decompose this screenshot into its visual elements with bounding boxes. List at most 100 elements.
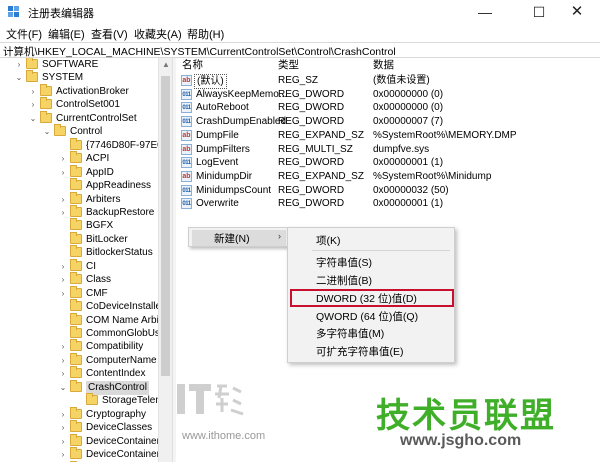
submenu-item-key[interactable]: 项(K)	[316, 233, 341, 248]
tree-item[interactable]: › DeviceClasses	[0, 420, 160, 435]
submenu-item-qword[interactable]: QWORD (64 位)值(Q)	[316, 309, 418, 324]
chevron-right-icon: ›	[278, 231, 281, 241]
scroll-thumb[interactable]	[161, 76, 170, 376]
chevron-down-icon[interactable]: ⌄	[15, 71, 23, 85]
value-row[interactable]: 011 AutoReboot REG_DWORD 0x00000000 (0)	[176, 101, 600, 115]
column-header-data[interactable]: 数据	[373, 58, 394, 72]
menu-help[interactable]: 帮助(H)	[187, 26, 224, 42]
value-type: REG_DWORD	[278, 157, 345, 169]
value-type: REG_SZ	[278, 75, 319, 86]
minimize-button[interactable]: —	[462, 0, 508, 24]
value-row[interactable]: ab DumpFile REG_EXPAND_SZ %SystemRoot%\MEMO…	[176, 129, 600, 143]
menu-view[interactable]: 查看(V)	[91, 26, 128, 42]
folder-icon	[70, 406, 82, 419]
chevron-right-icon[interactable]: ›	[59, 435, 67, 449]
tree-item[interactable]: › ControlSet001	[0, 97, 160, 112]
tree-item[interactable]: ⌄ Control	[0, 124, 160, 139]
tree-item[interactable]: › DeviceContainers	[0, 447, 165, 462]
tree-item[interactable]: ⌄ CrashControl	[0, 379, 160, 395]
tree-item[interactable]: › Arbiters	[0, 191, 160, 207]
tree-item-label: BitLocker	[86, 233, 128, 245]
tree-item[interactable]: BitlockerStatus	[0, 245, 160, 260]
context-menu-new[interactable]: 新建(N) ›	[192, 230, 286, 246]
value-row[interactable]: ab DumpFilters REG_MULTI_SZ dumpfve.sys	[176, 143, 600, 157]
chevron-right-icon[interactable]: ›	[59, 448, 67, 462]
address-bar[interactable]: 计算机\HKEY_LOCAL_MACHINE\SYSTEM\CurrentCon…	[0, 42, 600, 58]
chevron-right-icon[interactable]: ›	[59, 260, 67, 274]
chevron-right-icon[interactable]: ›	[59, 340, 67, 354]
tree-item-label: CMF	[86, 287, 108, 299]
title-bar: 注册表编辑器 — ☐ ✕	[0, 0, 600, 24]
chevron-right-icon[interactable]: ›	[29, 85, 37, 99]
chevron-right-icon[interactable]: ›	[59, 408, 67, 422]
tree-item[interactable]: › ContentIndex	[0, 366, 160, 381]
chevron-right-icon[interactable]: ›	[59, 166, 67, 180]
tree-item[interactable]: StorageTeleme	[0, 393, 169, 408]
tree-item-label: CI	[86, 260, 96, 272]
tree-item[interactable]: › ActivationBroker	[0, 83, 160, 99]
chevron-right-icon[interactable]: ›	[59, 287, 67, 301]
submenu-item-binary[interactable]: 二进制值(B)	[316, 273, 372, 288]
tree-item[interactable]: › Class	[0, 272, 160, 287]
value-row[interactable]: 011 CrashDumpEnabled REG_DWORD 0x00000007 (…	[176, 115, 600, 129]
tree-item[interactable]: AppReadiness	[0, 178, 160, 193]
value-data: %SystemRoot%\Minidump	[373, 170, 492, 182]
value-row[interactable]: 011 LogEvent REG_DWORD 0x00000001 (1)	[176, 156, 600, 170]
chevron-right-icon[interactable]: ›	[59, 206, 67, 220]
value-row[interactable]: ab MinidumpDir REG_EXPAND_SZ %SystemRoot%\M…	[176, 170, 600, 184]
tree-item[interactable]: {7746D80F-97E0-4	[0, 137, 172, 153]
menu-file[interactable]: 文件(F)	[6, 26, 42, 42]
chevron-right-icon[interactable]: ›	[59, 367, 67, 381]
chevron-down-icon[interactable]: ⌄	[43, 125, 51, 139]
tree-item[interactable]: ⌄ CurrentControlSet	[0, 110, 160, 126]
tree-item[interactable]: › ACPI	[0, 151, 160, 166]
chevron-down-icon[interactable]: ⌄	[59, 381, 67, 395]
tree-item-label: Cryptography	[86, 408, 147, 420]
submenu-item-string[interactable]: 字符串值(S)	[316, 255, 372, 270]
chevron-down-icon[interactable]: ⌄	[29, 112, 37, 126]
tree-item[interactable]: BGFX	[0, 218, 160, 233]
tree-scrollbar[interactable]: ▲	[158, 58, 172, 462]
folder-icon	[70, 218, 82, 231]
menu-favorites[interactable]: 收藏夹(A)	[134, 26, 182, 42]
chevron-right-icon[interactable]: ›	[59, 273, 67, 287]
value-row[interactable]: 011 AlwaysKeepMemo... REG_DWORD 0x00000000 …	[176, 88, 600, 102]
chevron-right-icon[interactable]: ›	[59, 152, 67, 166]
value-row[interactable]: 011 Overwrite REG_DWORD 0x00000001 (1)	[176, 197, 600, 211]
tree-item[interactable]: › CI	[0, 258, 160, 274]
value-name: AutoReboot	[196, 102, 249, 114]
key-tree-pane[interactable]: › SOFTWARE ⌄ SYSTEM › ActivationBroker › Contro…	[0, 58, 172, 462]
close-button[interactable]: ✕	[554, 0, 600, 24]
tree-item[interactable]: › BackupRestore	[0, 204, 160, 220]
column-header-name[interactable]: 名称	[182, 58, 203, 72]
chevron-right-icon[interactable]: ›	[59, 354, 67, 368]
tree-item[interactable]: CoDeviceInstallers	[0, 299, 169, 314]
tree-item[interactable]: › CMF	[0, 285, 160, 301]
column-header-type[interactable]: 类型	[278, 58, 299, 72]
submenu-item-expandable-string[interactable]: 可扩充字符串值(E)	[316, 344, 404, 359]
tree-item[interactable]: ⌄ SYSTEM	[0, 70, 160, 85]
submenu-item-dword[interactable]: DWORD (32 位)值(D)	[316, 291, 417, 306]
tree-item[interactable]: › ComputerName	[0, 352, 160, 368]
value-type: REG_DWORD	[278, 88, 345, 100]
tree-item[interactable]: CommonGlobUserS	[0, 326, 172, 341]
tree-item[interactable]: COM Name Arbiter	[0, 312, 170, 328]
scroll-up-icon[interactable]: ▲	[159, 58, 173, 72]
tree-item[interactable]: › DeviceContainerPr	[0, 433, 170, 449]
chevron-right-icon[interactable]: ›	[59, 421, 67, 435]
value-row[interactable]: ab (默认) REG_SZ (数值未设置)	[176, 74, 600, 89]
chevron-right-icon[interactable]: ›	[29, 98, 37, 112]
value-row[interactable]: 011 MinidumpsCount REG_DWORD 0x00000032 (50…	[176, 184, 600, 198]
tree-item[interactable]: BitLocker	[0, 231, 160, 247]
menu-edit[interactable]: 编辑(E)	[48, 26, 85, 42]
chevron-right-icon[interactable]: ›	[15, 58, 23, 72]
tree-item-label: SOFTWARE	[42, 59, 99, 70]
folder-icon	[86, 393, 98, 406]
chevron-right-icon[interactable]: ›	[59, 193, 67, 207]
tree-item[interactable]: › SOFTWARE	[0, 58, 160, 72]
submenu-item-multi-string[interactable]: 多字符串值(M)	[316, 326, 384, 341]
tree-item[interactable]: › Cryptography	[0, 406, 160, 422]
tree-item[interactable]: › Compatibility	[0, 339, 160, 354]
folder-icon	[70, 285, 82, 298]
tree-item[interactable]: › AppID	[0, 164, 160, 180]
